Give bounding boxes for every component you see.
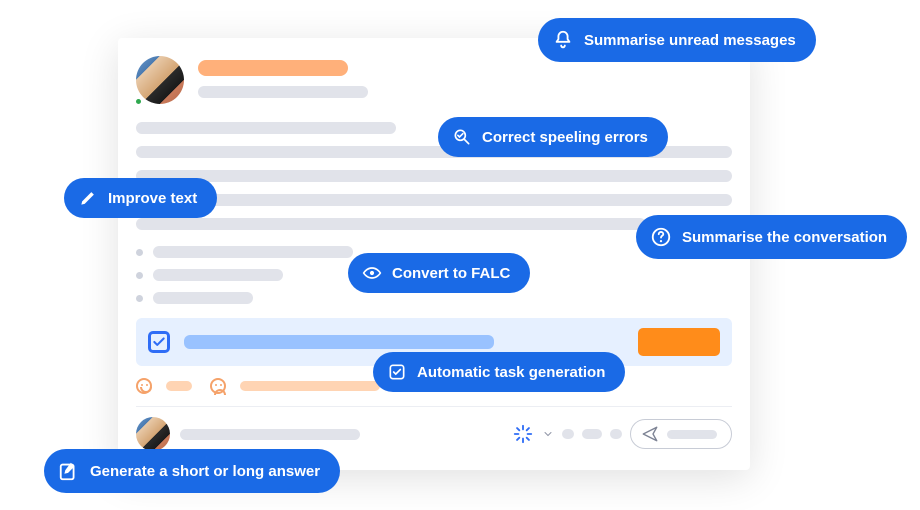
emoji-sad-icon[interactable] bbox=[210, 378, 226, 394]
emoji-smile-icon[interactable] bbox=[136, 378, 152, 394]
avatar[interactable] bbox=[136, 56, 184, 104]
search-check-icon bbox=[452, 127, 472, 147]
text-placeholder bbox=[582, 429, 602, 439]
task-text-placeholder bbox=[184, 335, 494, 349]
text-placeholder bbox=[153, 246, 353, 258]
reaction-placeholder bbox=[240, 381, 380, 391]
compose-placeholder[interactable] bbox=[180, 429, 360, 440]
pill-convert-falc[interactable]: Convert to FALC bbox=[348, 253, 530, 293]
pill-label: Automatic task generation bbox=[417, 364, 605, 381]
pill-summarise-unread[interactable]: Summarise unread messages bbox=[538, 18, 816, 62]
text-placeholder bbox=[562, 429, 574, 439]
send-button[interactable] bbox=[630, 419, 732, 449]
pill-label: Improve text bbox=[108, 190, 197, 207]
eye-icon bbox=[362, 263, 382, 283]
text-placeholder bbox=[153, 292, 253, 304]
text-placeholder bbox=[610, 429, 622, 439]
pill-auto-task[interactable]: Automatic task generation bbox=[373, 352, 625, 392]
send-placeholder bbox=[667, 430, 717, 439]
reaction-placeholder bbox=[166, 381, 192, 391]
text-placeholder bbox=[136, 170, 732, 182]
pill-label: Summarise the conversation bbox=[682, 229, 887, 246]
question-bubble-icon bbox=[650, 226, 672, 248]
text-placeholder bbox=[136, 194, 732, 206]
pill-label: Summarise unread messages bbox=[584, 32, 796, 49]
bell-icon bbox=[552, 29, 574, 51]
bullet-dot bbox=[136, 272, 143, 279]
author-placeholder bbox=[198, 60, 348, 76]
text-placeholder bbox=[136, 218, 646, 230]
pill-improve-text[interactable]: Improve text bbox=[64, 178, 217, 218]
pill-label: Convert to FALC bbox=[392, 265, 510, 282]
task-checkbox[interactable] bbox=[148, 331, 170, 353]
text-placeholder bbox=[153, 269, 283, 281]
check-icon bbox=[152, 335, 166, 349]
compose-icon bbox=[58, 460, 80, 482]
presence-dot bbox=[134, 97, 143, 106]
compose-avatar bbox=[136, 417, 170, 451]
send-icon bbox=[641, 425, 659, 443]
task-action-button[interactable] bbox=[638, 328, 720, 356]
sparkle-icon[interactable] bbox=[512, 423, 534, 445]
pill-generate-answer[interactable]: Generate a short or long answer bbox=[44, 449, 340, 493]
pencil-icon bbox=[78, 188, 98, 208]
bullet-dot bbox=[136, 249, 143, 256]
text-placeholder bbox=[198, 86, 368, 98]
chevron-down-icon[interactable] bbox=[542, 428, 554, 440]
compose-bar bbox=[136, 407, 732, 451]
bullet-dot bbox=[136, 295, 143, 302]
text-placeholder bbox=[136, 122, 396, 134]
checkbox-icon bbox=[387, 362, 407, 382]
pill-summarise-conversation[interactable]: Summarise the conversation bbox=[636, 215, 907, 259]
pill-label: Correct speeling errors bbox=[482, 129, 648, 146]
pill-label: Generate a short or long answer bbox=[90, 463, 320, 480]
pill-correct-spelling[interactable]: Correct speeling errors bbox=[438, 117, 668, 157]
